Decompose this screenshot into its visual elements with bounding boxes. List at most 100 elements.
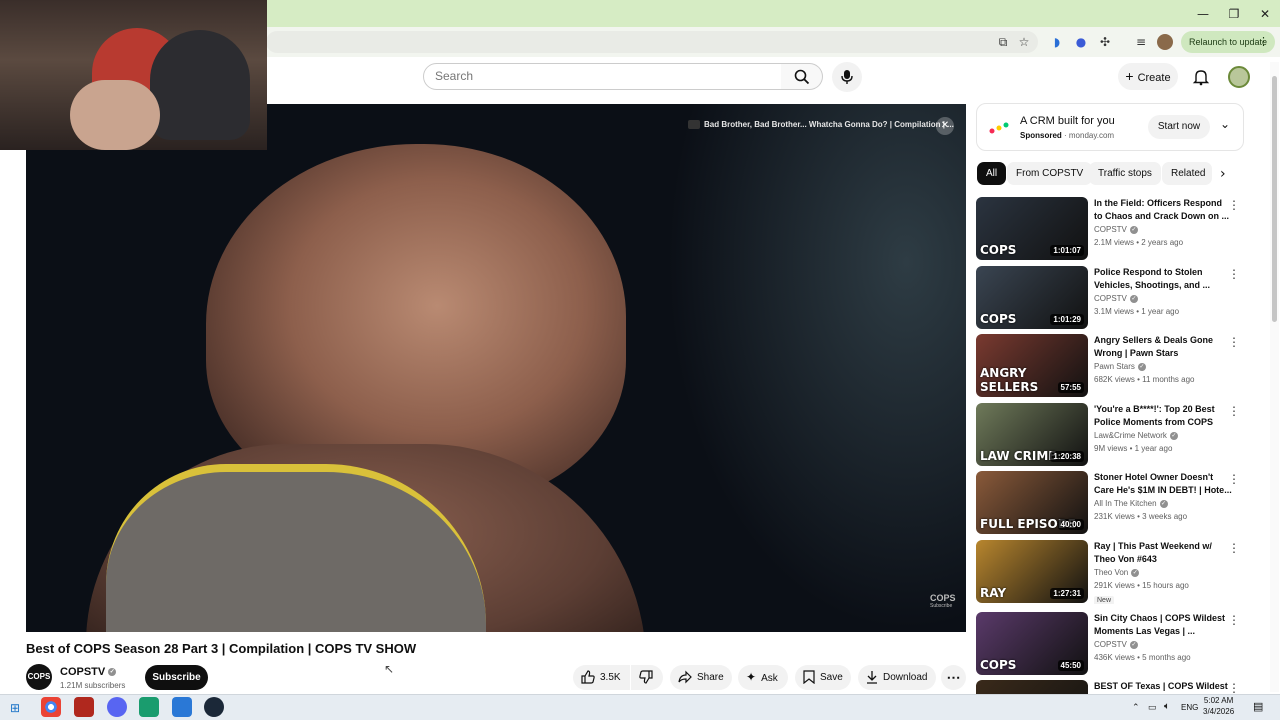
volume-icon[interactable]: 🔈︎ [1164, 701, 1170, 712]
windows-start-icon[interactable]: ⊞ [10, 701, 20, 715]
scrollbar-thumb[interactable] [1272, 76, 1277, 322]
recommendation-item[interactable]: COPS 45:50 Sin City Chaos | COPS Wildest M… [976, 612, 1246, 676]
video-thumbnail[interactable]: COPS 1:01:07 [976, 197, 1088, 260]
recommendation-channel[interactable]: Theo Von ✓ [1094, 568, 1140, 577]
chip-traffic-stops[interactable]: Traffic stops [1089, 162, 1161, 185]
voicemeeter-app-icon[interactable] [74, 697, 94, 717]
user-avatar[interactable] [1228, 66, 1250, 88]
recommendation-title[interactable]: Stoner Hotel Owner Doesn't Care He's $1M… [1094, 471, 1232, 497]
recommendation-title[interactable]: Sin City Chaos | COPS Wildest Moments La… [1094, 612, 1232, 638]
video-overlay-title[interactable]: Bad Brother, Bad Brother... Whatcha Gonn… [704, 120, 954, 129]
recommendation-item[interactable]: RAY 1:27:31 Ray | This Past Weekend w/ The… [976, 540, 1246, 604]
notifications-button[interactable] [1190, 66, 1212, 88]
more-options-icon[interactable]: ⋮ [1228, 681, 1240, 694]
subscribe-button[interactable]: Subscribe [145, 665, 208, 690]
chip-related[interactable]: Related [1162, 162, 1212, 185]
chevron-right-icon[interactable]: › [1220, 166, 1226, 182]
channel-avatar[interactable]: COPS [26, 664, 52, 690]
more-actions-button[interactable]: ⋯ [941, 665, 966, 690]
recommendation-title[interactable]: In the Field: Officers Respond to Chaos … [1094, 197, 1232, 223]
media-control-icon[interactable]: ≡ [1133, 34, 1149, 50]
recommendation-title[interactable]: 'You're a B****!': Top 20 Best Police Mo… [1094, 403, 1232, 429]
recommendation-title[interactable]: Angry Sellers & Deals Gone Wrong | Pawn … [1094, 334, 1232, 360]
save-button[interactable]: Save [795, 665, 851, 690]
close-button[interactable]: ✕ [1250, 4, 1280, 24]
webcam-overlay [0, 0, 267, 150]
more-options-icon[interactable]: ⋮ [1228, 613, 1240, 627]
ask-button[interactable]: ✦ Ask [738, 665, 788, 690]
recommendation-channel[interactable]: COPSTV ✓ [1094, 294, 1138, 303]
search-input[interactable]: Search [423, 63, 782, 90]
recommendation-title[interactable]: Ray | This Past Weekend w/ Theo Von #643 [1094, 540, 1232, 566]
sponsored-ad-card[interactable]: A CRM built for you Sponsored · monday.c… [976, 103, 1244, 151]
more-options-icon[interactable]: ⋮ [1228, 335, 1240, 349]
chevron-down-icon[interactable]: ⌄ [1220, 117, 1230, 131]
verified-icon: ✓ [1129, 294, 1138, 303]
extensions-puzzle-icon[interactable]: ✣ [1097, 34, 1113, 50]
voice-search-button[interactable] [832, 62, 862, 92]
chip-all[interactable]: All [977, 162, 1007, 185]
close-overlay-icon[interactable]: ✕ [936, 117, 954, 135]
more-options-icon[interactable]: ⋮ [1228, 404, 1240, 418]
app-icon[interactable] [139, 697, 159, 717]
recommendation-channel[interactable]: All In The Kitchen ✓ [1094, 499, 1168, 508]
recommendation-item[interactable]: COPS 1:01:07 In the Field: Officers Respon… [976, 197, 1246, 261]
verified-icon: ✓ [1129, 640, 1138, 649]
recommendation-meta: 436K views • 5 months ago [1094, 653, 1191, 662]
more-options-icon[interactable]: ⋮ [1228, 541, 1240, 555]
profile-avatar[interactable] [1157, 34, 1173, 50]
video-thumbnail[interactable]: COPS 45:50 [976, 612, 1088, 675]
tray-chevron-icon[interactable]: ⌃ [1132, 702, 1140, 713]
video-thumbnail[interactable]: FULL EPISODE 40:00 [976, 471, 1088, 534]
video-thumbnail[interactable]: RAY 1:27:31 [976, 540, 1088, 603]
bookmark-star-icon[interactable]: ☆ [1016, 34, 1032, 50]
restore-button[interactable]: ❐ [1219, 4, 1249, 24]
recommendation-title[interactable]: Police Respond to Stolen Vehicles, Shoot… [1094, 266, 1232, 292]
chip-from-copstv[interactable]: From COPSTV [1007, 162, 1093, 185]
more-options-icon[interactable]: ⋮ [1228, 472, 1240, 486]
recommendation-item[interactable]: BEST OF TEXAS BEST OF Texas | COPS Wildes… [976, 680, 1246, 694]
create-button[interactable]: + Create [1118, 63, 1178, 90]
recommendation-channel[interactable]: Pawn Stars ✓ [1094, 362, 1146, 371]
start-now-button[interactable]: Start now [1148, 115, 1210, 139]
relaunch-to-update-button[interactable]: Relaunch to update ⋮ [1181, 31, 1275, 53]
recommendation-item[interactable]: COPS 1:01:29 Police Respond to Stolen Vehi… [976, 266, 1246, 330]
steam-app-icon[interactable] [204, 697, 224, 717]
search-button[interactable] [781, 63, 823, 90]
share-button[interactable]: Share [670, 665, 732, 690]
more-options-icon[interactable]: ⋮ [1228, 267, 1240, 281]
chrome-app-icon[interactable] [41, 697, 61, 717]
language-indicator[interactable]: ENG [1181, 703, 1198, 712]
recommendation-channel[interactable]: Law&Crime Network ✓ [1094, 431, 1178, 440]
save-label: Save [820, 672, 843, 683]
app-icon[interactable] [172, 697, 192, 717]
minimize-button[interactable]: — [1188, 4, 1218, 24]
clock-time: 5:02 AM [1203, 696, 1234, 705]
dislike-button[interactable] [631, 665, 663, 690]
like-button[interactable]: 3.5K [573, 665, 630, 690]
install-app-icon[interactable]: ⧉ [995, 34, 1011, 50]
address-bar[interactable] [266, 31, 1038, 53]
channel-name[interactable]: COPSTV ✓ [60, 666, 117, 678]
app-icon[interactable] [107, 697, 127, 717]
taskbar-clock[interactable]: 5:02 AM 3/4/2026 [1203, 695, 1234, 717]
video-thumbnail[interactable]: COPS 1:01:29 [976, 266, 1088, 329]
recommendation-item[interactable]: ANGRY SELLERS 57:55 Angry Sellers & Deals … [976, 334, 1246, 398]
relaunch-label: Relaunch to update [1189, 37, 1268, 47]
recommendation-title[interactable]: BEST OF Texas | COPS Wildest [1094, 680, 1232, 693]
video-thumbnail[interactable]: BEST OF TEXAS [976, 680, 1088, 694]
more-options-icon[interactable]: ⋮ [1228, 198, 1240, 212]
extension-icon[interactable]: ◗ [1049, 34, 1065, 50]
recommendation-channel[interactable]: COPSTV ✓ [1094, 225, 1138, 234]
network-icon[interactable]: ▭ [1148, 702, 1157, 713]
video-thumbnail[interactable]: ANGRY SELLERS 57:55 [976, 334, 1088, 397]
video-thumbnail[interactable]: LAW CRIME 1:20:38 [976, 403, 1088, 466]
notification-center-icon[interactable]: ▤ [1253, 700, 1263, 713]
recommendation-item[interactable]: FULL EPISODE 40:00 Stoner Hotel Owner Does… [976, 471, 1246, 535]
extension-icon[interactable]: ● [1073, 34, 1089, 50]
recommendation-item[interactable]: LAW CRIME 1:20:38 'You're a B****!': Top 2… [976, 403, 1246, 467]
channel-name-text: COPSTV [60, 666, 106, 678]
video-player[interactable] [26, 104, 966, 632]
recommendation-channel[interactable]: COPSTV ✓ [1094, 640, 1138, 649]
download-button[interactable]: Download [858, 665, 936, 690]
